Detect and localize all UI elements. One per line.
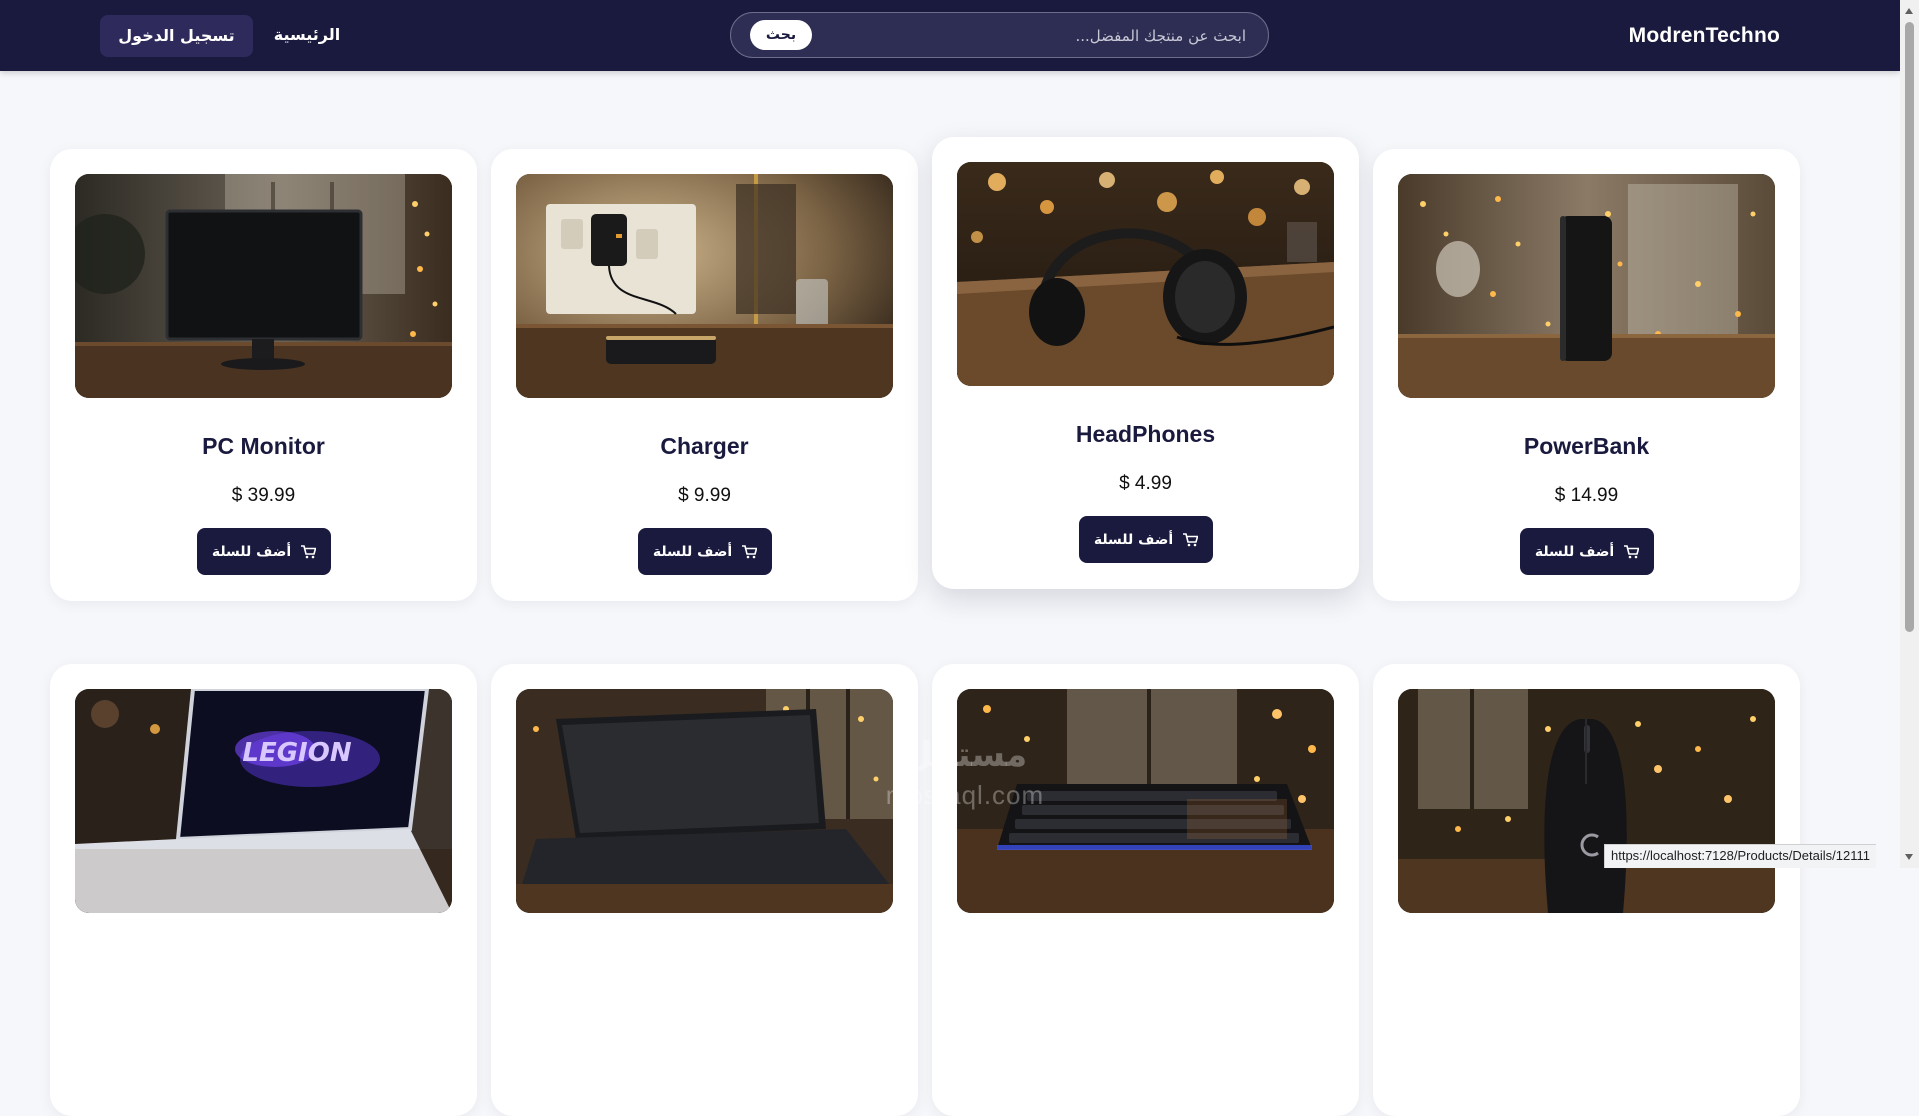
nav-home-link[interactable]: الرئيسية [265,25,349,44]
add-to-cart-button[interactable]: أضف للسلة [638,528,772,575]
laptop-screen-text: LEGION [242,738,351,768]
product-name[interactable]: Charger [491,433,918,460]
add-to-cart-button[interactable]: أضف للسلة [1079,516,1213,563]
cart-icon [1183,532,1199,546]
navbar: ModrenTechno بحث الرئيسية تسجيل الدخول [0,0,1900,71]
product-card[interactable]: PC Monitor $ 39.99 أضف للسلة [50,149,477,601]
product-card[interactable]: HeadPhones $ 4.99 أضف للسلة [932,137,1359,589]
login-button[interactable]: تسجيل الدخول [100,15,253,57]
search-bar: بحث [730,12,1269,58]
watermark: مستقل mostaql.com [845,735,1085,815]
product-name[interactable]: PC Monitor [50,433,477,460]
cart-icon [301,544,317,558]
brand-logo[interactable]: ModrenTechno [1629,24,1780,48]
cart-icon [742,544,758,558]
product-card[interactable] [1373,664,1800,1116]
add-to-cart-label: أضف للسلة [652,543,733,560]
add-to-cart-button[interactable]: أضف للسلة [197,528,331,575]
product-price: $ 14.99 [1554,485,1619,506]
product-price: $ 4.99 [1119,473,1172,494]
scrollbar-thumb[interactable] [1905,22,1914,632]
product-card[interactable] [932,664,1359,1116]
add-to-cart-button[interactable]: أضف للسلة [1520,528,1654,575]
add-to-cart-label: أضف للسلة [211,543,292,560]
link-status-url: https://localhost:7128/Products/Details/… [1604,844,1876,868]
product-image-powerbank[interactable] [1398,174,1775,398]
add-to-cart-label: أضف للسلة [1093,531,1174,548]
product-card[interactable]: Charger $ 9.99 أضف للسلة [491,149,918,601]
product-price: $ 9.99 [678,485,731,506]
watermark-latin: mostaql.com [885,780,1045,810]
watermark-arabic: مستقل [902,735,1028,775]
product-image-headphones[interactable] [957,162,1334,386]
search-input[interactable] [844,24,1248,48]
product-price: $ 39.99 [231,485,296,506]
scroll-down-arrow-icon[interactable] [1905,854,1913,860]
product-card[interactable]: PowerBank $ 14.99 أضف للسلة [1373,149,1800,601]
page-scrollbar[interactable] [1900,0,1919,868]
product-card[interactable]: LEGION [50,664,477,1116]
scroll-up-arrow-icon[interactable] [1905,8,1913,14]
product-image-laptop[interactable] [516,689,893,913]
product-image-gaming-laptop[interactable]: LEGION [75,689,452,913]
cart-icon [1624,544,1640,558]
product-image-mouse[interactable] [1398,689,1775,913]
product-image-charger[interactable] [516,174,893,398]
search-button[interactable]: بحث [750,20,812,50]
product-name[interactable]: PowerBank [1373,433,1800,460]
product-name[interactable]: HeadPhones [932,421,1359,448]
add-to-cart-label: أضف للسلة [1534,543,1615,560]
product-image-monitor[interactable] [75,174,452,398]
product-card[interactable] [491,664,918,1116]
